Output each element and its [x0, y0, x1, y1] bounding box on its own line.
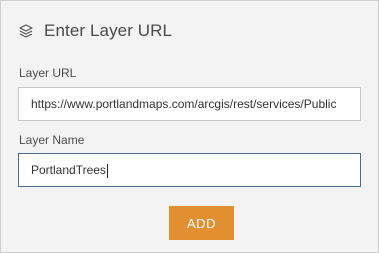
- layer-name-value: PortlandTrees: [31, 163, 106, 177]
- layer-url-input[interactable]: https://www.portlandmaps.com/arcgis/rest…: [18, 87, 361, 121]
- layer-name-label: Layer Name: [19, 133, 85, 147]
- panel-title: Enter Layer URL: [44, 21, 173, 40]
- layer-url-value: https://www.portlandmaps.com/arcgis/rest…: [31, 97, 337, 111]
- layer-url-label: Layer URL: [19, 66, 77, 80]
- text-caret: [106, 163, 108, 178]
- add-layer-panel: Enter Layer URL Layer URL https://www.po…: [0, 0, 379, 253]
- panel-header: Enter Layer URL: [18, 19, 172, 43]
- layer-name-input[interactable]: PortlandTrees: [18, 153, 361, 187]
- add-button[interactable]: ADD: [169, 206, 234, 240]
- layers-icon: [18, 23, 34, 39]
